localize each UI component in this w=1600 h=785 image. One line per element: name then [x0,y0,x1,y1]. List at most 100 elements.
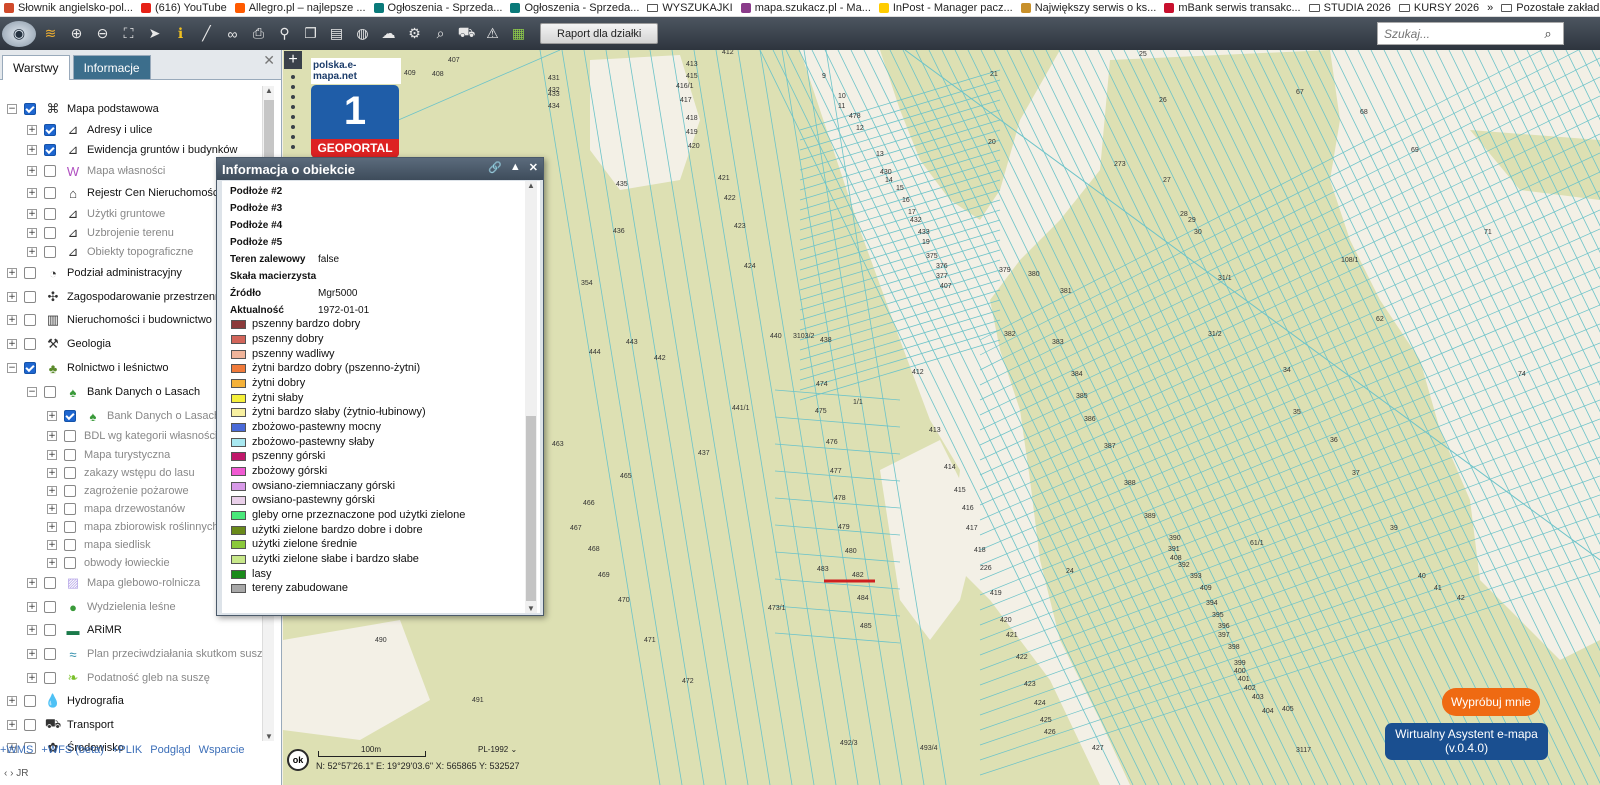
preview-link[interactable]: Podgląd [150,744,190,760]
layer-checkbox[interactable] [24,362,36,374]
search-icon[interactable]: ⌕ [1538,26,1558,42]
search-map-icon[interactable]: ⌕ [429,22,452,45]
layer-checkbox[interactable] [64,449,76,461]
report-for-parcel-button[interactable]: Raport dla działki [540,23,659,44]
layer-item[interactable]: + Mapa turystyczna [47,445,170,465]
layer-checkbox[interactable] [24,695,36,707]
other-bookmarks-folder[interactable]: Pozostałe zakładki [1497,0,1600,16]
layer-item[interactable]: + ≈ Plan przeciwdziałania skutkom suszy [27,644,264,664]
bookmark-item[interactable]: mBank serwis transakc... [1160,0,1304,16]
expand-icon[interactable]: + [47,558,57,568]
comment-icon[interactable]: ◍ [351,22,374,45]
expand-icon[interactable]: + [7,315,17,325]
layer-checkbox[interactable] [44,648,56,660]
settings-icon[interactable]: ⚙ [403,22,426,45]
expand-icon[interactable]: + [27,247,37,257]
zoom-in-icon[interactable]: ⊕ [65,22,88,45]
layer-checkbox[interactable] [64,410,76,422]
panel-bottom-bar[interactable]: ‹ › JR [0,762,280,785]
expand-icon[interactable]: + [27,673,37,683]
layer-item[interactable]: + mapa siedlisk [47,535,151,555]
layer-checkbox[interactable] [64,485,76,497]
expand-icon[interactable]: + [27,145,37,155]
zoom-extent-icon[interactable]: ⛶ [117,22,140,45]
window-titlebar[interactable]: Informacja o obiekcie 🔗 ▲ ✕ [217,158,543,180]
bookmark-item[interactable]: KURSY 2026 [1395,0,1483,16]
layer-item[interactable]: + ⊿ Uzbrojenie terenu [27,223,174,243]
bookmark-item[interactable]: InPost - Manager pacz... [875,0,1017,16]
link-icon[interactable]: 🔗 [488,161,502,174]
expand-icon[interactable]: + [7,720,17,730]
expand-icon[interactable]: + [7,339,17,349]
layer-item[interactable]: + ⊿ Użytki gruntowe [27,204,165,224]
layer-item[interactable]: + ▨ Mapa glebowo-rolnicza [27,573,200,593]
layer-checkbox[interactable] [24,338,36,350]
close-icon[interactable]: ✕ [529,161,538,174]
bookmark-item[interactable]: Allegro.pl – najlepsze ... [231,0,370,16]
layer-checkbox[interactable] [44,165,56,177]
layer-checkbox[interactable] [64,557,76,569]
scrollbar-thumb[interactable] [526,416,536,601]
layer-checkbox[interactable] [24,314,36,326]
geoportal-logo[interactable]: polska.e-mapa.net 1 GEOPORTAL [311,58,401,158]
layer-item[interactable]: + ▥ Nieruchomości i budownictwo [7,310,212,330]
upload-icon[interactable]: ☁ [377,22,400,45]
search-input[interactable] [1378,23,1538,44]
info-icon[interactable]: ℹ [169,22,192,45]
cart-icon[interactable]: ⛟ [455,22,478,45]
layer-item[interactable]: + zakazy wstępu do lasu [47,463,195,483]
expand-icon[interactable]: + [7,292,17,302]
layer-item[interactable]: − ♠ Bank Danych o Lasach [27,382,200,402]
layer-checkbox[interactable] [44,187,56,199]
bookmark-item[interactable]: mapa.szukacz.pl - Ma... [737,0,875,16]
scroll-up-icon[interactable]: ▲ [525,181,537,190]
bookmark-item[interactable]: Słownik angielsko-pol... [0,0,137,16]
add-wfs-link[interactable]: +WFS (beta) [41,744,104,760]
scroll-up-icon[interactable]: ▲ [263,86,275,95]
add-file-link[interactable]: +PLIK [112,744,142,760]
layout-icon[interactable]: ▤ [325,22,348,45]
tab-layers[interactable]: Warstwy [2,55,70,80]
layer-item[interactable]: + ⊿ Obiekty topograficzne [27,242,193,262]
layer-item[interactable]: + ✣ Zagospodarowanie przestrzenne [7,287,227,307]
bookmark-item[interactable]: (616) YouTube [137,0,231,16]
layer-item[interactable]: + mapa drzewostanów [47,499,185,519]
try-me-button[interactable]: Wypróbuj mnie [1442,688,1540,716]
layer-item[interactable]: + ◔ Podział administracyjny [7,263,182,283]
layer-checkbox[interactable] [44,672,56,684]
layer-checkbox[interactable] [44,144,56,156]
minimize-icon[interactable]: ▲ [510,161,521,174]
layer-item[interactable]: + ♠ Bank Danych o Lasach [47,406,220,426]
expand-icon[interactable]: + [47,486,57,496]
tab-info[interactable]: Informacje [72,55,151,79]
support-link[interactable]: Wsparcie [199,744,245,760]
layer-checkbox[interactable] [64,467,76,479]
scroll-down-icon[interactable]: ▼ [525,604,537,613]
zoom-level-dot[interactable] [291,75,295,79]
expand-icon[interactable]: + [27,625,37,635]
layer-checkbox[interactable] [44,246,56,258]
print-icon[interactable]: ⎙ [247,22,270,45]
expand-icon[interactable]: + [47,540,57,550]
scroll-down-icon[interactable]: ▼ [263,732,275,741]
crs-select[interactable]: PL-1992 ⌄ [478,745,517,754]
layer-checkbox[interactable] [44,601,56,613]
layer-item[interactable]: + obwody łowieckie [47,553,170,573]
layer-checkbox[interactable] [44,208,56,220]
layer-item[interactable]: + BDL wg kategorii własności [47,426,217,446]
expand-icon[interactable]: + [27,188,37,198]
layer-checkbox[interactable] [64,521,76,533]
zoom-level-dot[interactable] [291,95,295,99]
pin-icon[interactable]: ⚲ [273,22,296,45]
layer-item[interactable]: − ⌘ Mapa podstawowa [7,99,159,119]
layer-checkbox[interactable] [44,624,56,636]
expand-icon[interactable]: + [47,431,57,441]
bookmarks-more-button[interactable]: » [1483,0,1497,16]
layer-checkbox[interactable] [64,503,76,515]
expand-icon[interactable]: + [47,468,57,478]
zoom-level-dot[interactable] [291,135,295,139]
link-icon[interactable]: ∞ [221,22,244,45]
layer-checkbox[interactable] [44,227,56,239]
expand-icon[interactable]: + [7,696,17,706]
layer-item[interactable]: + ⛟ Transport [7,715,114,735]
